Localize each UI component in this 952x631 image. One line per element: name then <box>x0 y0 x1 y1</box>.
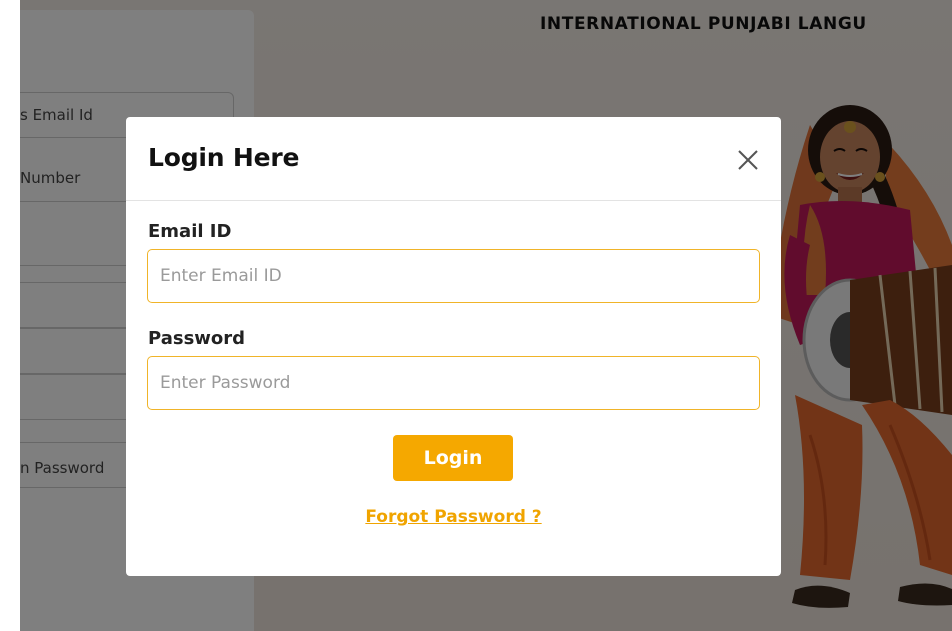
close-icon <box>738 150 758 170</box>
forgot-password-link[interactable]: Forgot Password ? <box>126 507 781 527</box>
screen: INTERNATIONAL PUNJABI LANGU s Email Id N… <box>0 0 952 631</box>
close-button[interactable] <box>735 147 761 173</box>
left-blank-strip <box>0 0 20 631</box>
password-input[interactable] <box>147 356 760 410</box>
modal-header: Login Here <box>126 117 781 201</box>
login-button[interactable]: Login <box>393 435 513 481</box>
email-input[interactable] <box>147 249 760 303</box>
modal-title: Login Here <box>148 143 300 172</box>
email-label: Email ID <box>148 221 232 242</box>
login-modal: Login Here Email ID Password Login Forgo… <box>126 117 781 576</box>
password-label: Password <box>148 328 246 349</box>
